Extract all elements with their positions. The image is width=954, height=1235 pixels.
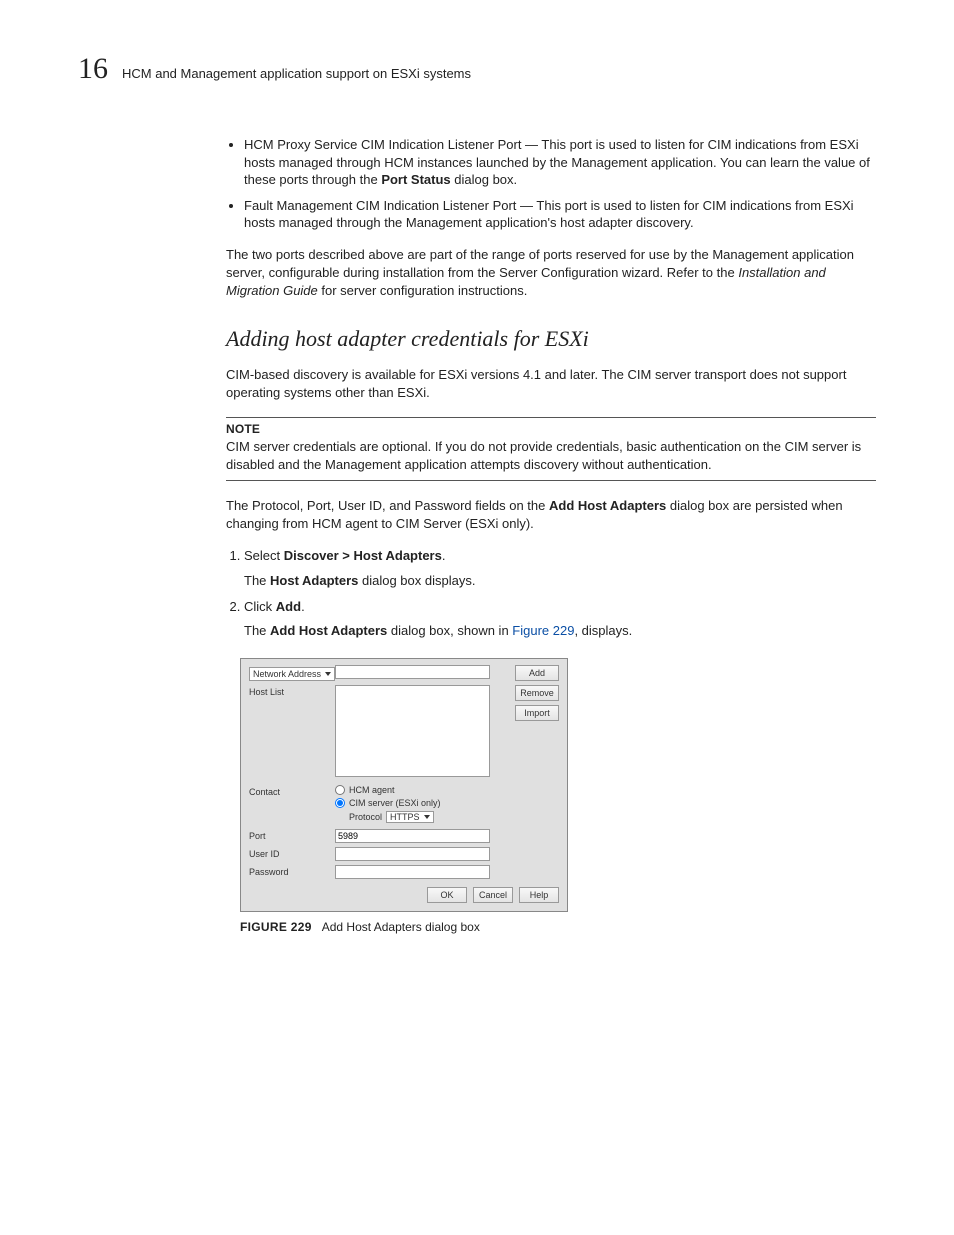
import-button[interactable]: Import <box>515 705 559 721</box>
bullet-item: Fault Management CIM Indication Listener… <box>244 197 876 232</box>
bullet-item: HCM Proxy Service CIM Indication Listene… <box>244 136 876 189</box>
figure-caption: FIGURE 229 Add Host Adapters dialog box <box>240 920 876 934</box>
header-title: HCM and Management application support o… <box>122 66 471 81</box>
contact-label: Contact <box>249 785 335 797</box>
figure-link[interactable]: Figure 229 <box>512 623 574 638</box>
port-label: Port <box>249 829 335 841</box>
step-1: Select Discover > Host Adapters. The Hos… <box>244 547 876 589</box>
remove-button[interactable]: Remove <box>515 685 559 701</box>
note-block: NOTE CIM server credentials are optional… <box>226 417 876 481</box>
cancel-button[interactable]: Cancel <box>473 887 513 903</box>
protocol-select[interactable]: HTTPS <box>386 811 434 823</box>
chapter-number: 16 <box>78 52 108 86</box>
step-2: Click Add. The Add Host Adapters dialog … <box>244 598 876 640</box>
section-heading: Adding host adapter credentials for ESXi <box>226 326 876 352</box>
note-text: CIM server credentials are optional. If … <box>226 438 876 474</box>
userid-label: User ID <box>249 847 335 859</box>
chevron-down-icon <box>325 672 331 676</box>
port-input[interactable] <box>335 829 490 843</box>
bullet-list: HCM Proxy Service CIM Indication Listene… <box>226 136 876 232</box>
paragraph-ports: The two ports described above are part o… <box>226 246 876 301</box>
chevron-down-icon <box>424 815 430 819</box>
host-list-label: Host List <box>249 685 335 697</box>
paragraph-persist: The Protocol, Port, User ID, and Passwor… <box>226 497 876 533</box>
add-button[interactable]: Add <box>515 665 559 681</box>
cim-server-radio[interactable]: CIM server (ESXi only) <box>335 798 441 808</box>
page-header: 16 HCM and Management application suppor… <box>78 52 876 86</box>
network-address-dropdown[interactable]: Network Address <box>249 667 335 681</box>
note-label: NOTE <box>226 422 876 436</box>
password-input[interactable] <box>335 865 490 879</box>
userid-input[interactable] <box>335 847 490 861</box>
network-address-input[interactable] <box>335 665 490 679</box>
help-button[interactable]: Help <box>519 887 559 903</box>
host-list-box[interactable] <box>335 685 490 777</box>
password-label: Password <box>249 865 335 877</box>
ok-button[interactable]: OK <box>427 887 467 903</box>
step-list: Select Discover > Host Adapters. The Hos… <box>226 547 876 640</box>
add-host-adapters-dialog: Network Address Add Host List Remove <box>240 658 568 912</box>
hcm-agent-radio[interactable]: HCM agent <box>335 785 395 795</box>
protocol-label: Protocol <box>349 812 382 822</box>
paragraph-cim: CIM-based discovery is available for ESX… <box>226 366 876 402</box>
